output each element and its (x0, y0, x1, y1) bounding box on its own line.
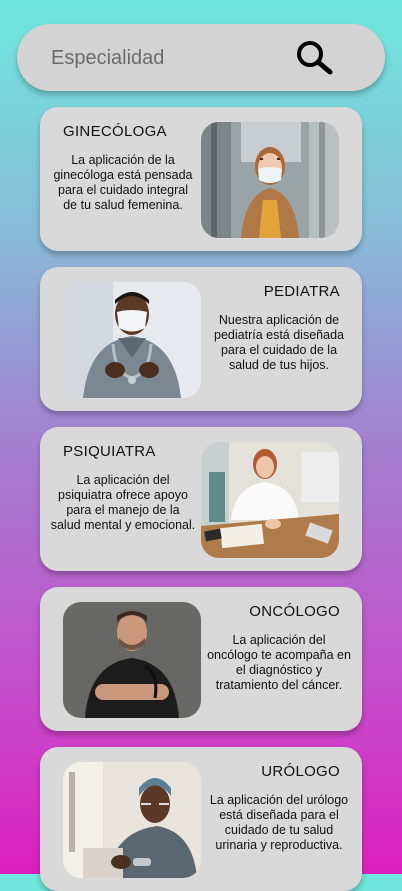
male-doctor-surgical-cap-photo (63, 762, 201, 878)
specialty-description: La aplicación del psiquiatra ofrece apoy… (50, 473, 196, 532)
specialty-card-urologo[interactable]: URÓLOGO La aplicación del urólogo está d… (40, 747, 362, 891)
search-bar[interactable] (17, 24, 385, 91)
specialty-card-pediatra[interactable]: PEDIATRA Nuestra aplicación de pediatría… (40, 267, 362, 411)
specialty-card-oncologo[interactable]: ONCÓLOGO La aplicación del oncólogo te a… (40, 587, 362, 731)
specialty-title: URÓLOGO (261, 763, 340, 780)
specialty-description: La aplicación del urólogo está diseñada … (209, 793, 349, 852)
specialty-description: La aplicación de la ginecóloga está pens… (53, 153, 193, 212)
female-doctor-at-desk-photo (201, 442, 339, 558)
specialty-title: PSIQUIATRA (63, 443, 156, 460)
woman-face-mask-photo (201, 122, 339, 238)
specialty-title: ONCÓLOGO (249, 603, 340, 620)
male-doctor-arms-crossed-photo (63, 602, 201, 718)
specialty-title: GINECÓLOGA (63, 123, 167, 140)
specialty-card-ginecologa[interactable]: GINECÓLOGA La aplicación de la ginecólog… (40, 107, 362, 251)
male-doctor-mask-stethoscope-photo (63, 282, 201, 398)
specialty-card-psiquiatra[interactable]: PSIQUIATRA La aplicación del psiquiatra … (40, 427, 362, 571)
search-icon[interactable] (294, 38, 334, 78)
specialty-description: La aplicación del oncólogo te acompaña e… (207, 633, 351, 692)
specialty-title: PEDIATRA (263, 283, 340, 300)
search-input[interactable] (51, 45, 291, 71)
specialty-description: Nuestra aplicación de pediatría está dis… (214, 313, 344, 372)
